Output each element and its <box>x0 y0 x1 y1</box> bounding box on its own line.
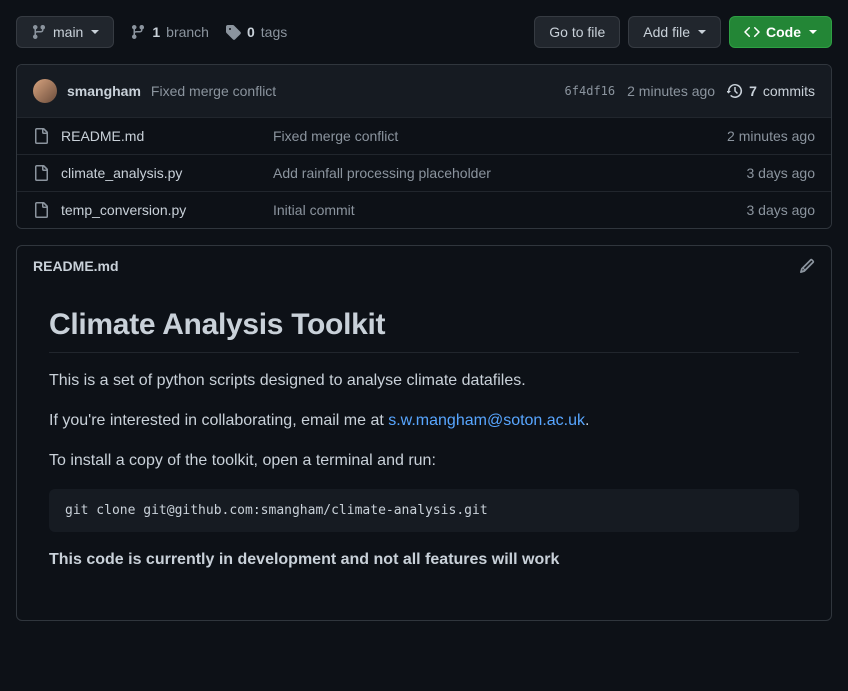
file-icon <box>33 128 49 144</box>
file-row: climate_analysis.py Add rainfall process… <box>17 155 831 192</box>
go-to-file-label: Go to file <box>549 22 605 42</box>
file-icon <box>33 165 49 181</box>
file-commit-message[interactable]: Fixed merge conflict <box>273 128 727 144</box>
commits-link[interactable]: 7 commits <box>727 83 815 99</box>
add-file-button[interactable]: Add file <box>628 16 721 48</box>
readme-p1: This is a set of python scripts designed… <box>49 369 799 393</box>
readme-p2: If you're interested in collaborating, e… <box>49 409 799 433</box>
readme-content: Climate Analysis Toolkit This is a set o… <box>17 286 831 620</box>
file-commit-message[interactable]: Add rainfall processing placeholder <box>273 165 747 181</box>
commits-count: 7 <box>749 83 757 99</box>
commits-label: commits <box>763 83 815 99</box>
latest-commit-info: smangham Fixed merge conflict <box>33 79 276 103</box>
toolbar-right: Go to file Add file Code <box>534 16 832 48</box>
branch-name: main <box>53 22 83 42</box>
repo-toolbar: main 1 branch 0 tags Go to file Add file… <box>16 16 832 48</box>
readme-p2-prefix: If you're interested in collaborating, e… <box>49 412 388 429</box>
readme-p2-suffix: . <box>585 412 589 429</box>
file-link[interactable]: temp_conversion.py <box>61 202 186 218</box>
code-icon <box>744 24 760 40</box>
readme-p3: To install a copy of the toolkit, open a… <box>49 449 799 473</box>
toolbar-left: main 1 branch 0 tags <box>16 16 287 48</box>
avatar[interactable] <box>33 79 57 103</box>
edit-button[interactable] <box>799 258 815 274</box>
caret-down-icon <box>91 30 99 34</box>
branches-count: 1 <box>152 24 160 40</box>
code-button[interactable]: Code <box>729 16 832 48</box>
add-file-label: Add file <box>643 22 690 42</box>
readme-code-block: git clone git@github.com:smangham/climat… <box>49 489 799 532</box>
branch-select-button[interactable]: main <box>16 16 114 48</box>
file-link[interactable]: climate_analysis.py <box>61 165 182 181</box>
branch-icon <box>130 24 146 40</box>
file-time: 3 days ago <box>747 165 816 181</box>
tags-link[interactable]: 0 tags <box>225 24 287 40</box>
file-time: 2 minutes ago <box>727 128 815 144</box>
code-label: Code <box>766 22 801 42</box>
caret-down-icon <box>698 30 706 34</box>
file-row: temp_conversion.py Initial commit 3 days… <box>17 192 831 228</box>
commit-time: 2 minutes ago <box>627 83 715 99</box>
commit-sha[interactable]: 6f4df16 <box>565 84 616 98</box>
caret-down-icon <box>809 30 817 34</box>
file-link[interactable]: README.md <box>61 128 144 144</box>
readme-h1: Climate Analysis Toolkit <box>49 308 799 353</box>
commit-message[interactable]: Fixed merge conflict <box>151 83 276 99</box>
history-icon <box>727 83 743 99</box>
readme-email-link[interactable]: s.w.mangham@soton.ac.uk <box>388 412 585 429</box>
go-to-file-button[interactable]: Go to file <box>534 16 620 48</box>
readme-box: README.md Climate Analysis Toolkit This … <box>16 245 832 621</box>
branches-label: branch <box>166 24 209 40</box>
latest-commit-row: smangham Fixed merge conflict 6f4df16 2 … <box>17 65 831 118</box>
file-listing: smangham Fixed merge conflict 6f4df16 2 … <box>16 64 832 229</box>
tags-count: 0 <box>247 24 255 40</box>
readme-filename[interactable]: README.md <box>33 258 119 274</box>
tags-label: tags <box>261 24 287 40</box>
tag-icon <box>225 24 241 40</box>
file-time: 3 days ago <box>747 202 816 218</box>
readme-p4: This code is currently in development an… <box>49 548 799 572</box>
latest-commit-meta: 6f4df16 2 minutes ago 7 commits <box>565 83 815 99</box>
file-commit-message[interactable]: Initial commit <box>273 202 747 218</box>
branch-icon <box>31 24 47 40</box>
file-icon <box>33 202 49 218</box>
commit-author[interactable]: smangham <box>67 83 141 99</box>
pencil-icon <box>799 258 815 274</box>
file-row: README.md Fixed merge conflict 2 minutes… <box>17 118 831 155</box>
readme-header: README.md <box>17 246 831 286</box>
branches-link[interactable]: 1 branch <box>130 24 209 40</box>
